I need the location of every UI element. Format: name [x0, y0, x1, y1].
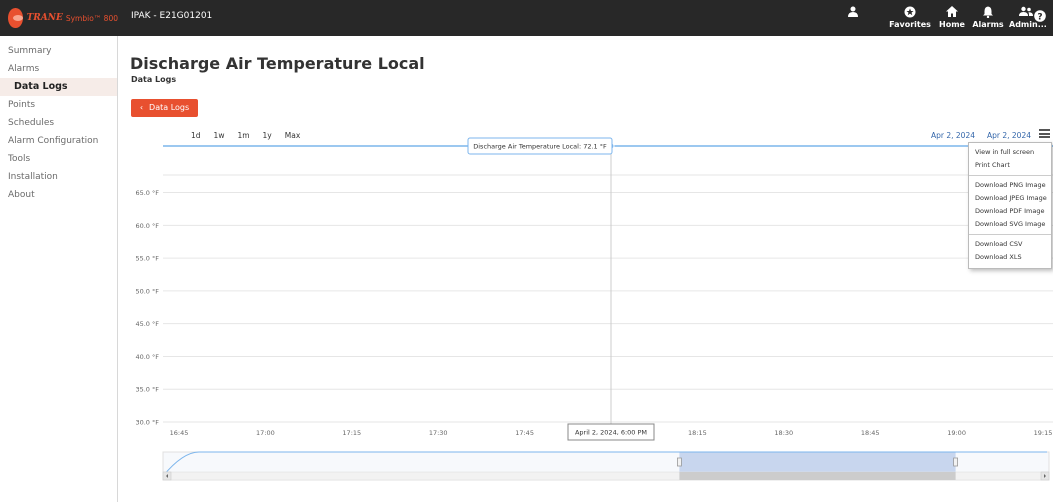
x-tick-label: 16:45: [170, 429, 189, 437]
y-tick-label: 30.0 °F: [135, 419, 159, 427]
chart: 65.0 °F 60.0 °F 55.0 °F 50.0 °F 45.0 °F 40.0 …: [135, 137, 1053, 481]
x-tick-label: 17:30: [429, 429, 448, 437]
alarms-button[interactable]: Alarms: [970, 6, 1006, 32]
sidebar-item-schedules[interactable]: Schedules: [0, 114, 117, 132]
sidebar-item-alarms[interactable]: Alarms: [0, 60, 117, 78]
star-circle-icon: [885, 6, 935, 20]
x-tick-label: 17:45: [515, 429, 534, 437]
user-icon: [842, 6, 864, 20]
y-tick-label: 50.0 °F: [135, 287, 159, 295]
main-content: Discharge Air Temperature Local Data Log…: [119, 36, 1053, 502]
y-tick-label: 45.0 °F: [135, 320, 159, 328]
sidebar-item-data-logs[interactable]: Data Logs: [0, 78, 117, 96]
y-tick-label: 35.0 °F: [135, 386, 159, 394]
sidebar-item-points[interactable]: Points: [0, 96, 117, 114]
favorites-label: Favorites: [889, 20, 931, 29]
x-tick-label: 17:15: [342, 429, 361, 437]
alarms-label: Alarms: [972, 20, 1004, 29]
menu-divider: [969, 175, 1051, 176]
sidebar-item-summary[interactable]: Summary: [0, 42, 117, 60]
help-icon: ?: [1031, 10, 1049, 24]
crosshair-label: April 2, 2024, 6:00 PM: [575, 429, 647, 437]
svg-text:?: ?: [1037, 12, 1042, 22]
sidebar: Summary Alarms Data Logs Points Schedule…: [0, 36, 118, 502]
x-tick-label: 18:30: [774, 429, 793, 437]
x-tick-label: 18:15: [688, 429, 707, 437]
y-tick-label: 40.0 °F: [135, 353, 159, 361]
x-tick-label: 18:45: [861, 429, 880, 437]
trane-logo-icon: [8, 8, 23, 28]
site-name: IPAK - E21G01201: [131, 11, 213, 21]
export-item-jpeg[interactable]: Download JPEG Image: [969, 192, 1051, 205]
sidebar-item-tools[interactable]: Tools: [0, 150, 117, 168]
export-menu: View in full screen Print Chart Download…: [968, 142, 1052, 269]
brand-name: TRANE: [26, 13, 63, 23]
navigator-handle-right: [953, 457, 958, 467]
favorites-button[interactable]: Favorites: [885, 6, 935, 32]
navigator-handle-left: [677, 457, 682, 467]
export-item-print[interactable]: Print Chart: [969, 159, 1051, 172]
export-item-full-screen[interactable]: View in full screen: [969, 146, 1051, 159]
brand[interactable]: TRANE Symbio™ 800: [0, 0, 118, 36]
export-item-svg[interactable]: Download SVG Image: [969, 218, 1051, 231]
scrollbar-thumb: [679, 472, 956, 480]
home-label: Home: [939, 20, 965, 29]
export-item-pdf[interactable]: Download PDF Image: [969, 205, 1051, 218]
x-tick-label: 19:00: [947, 429, 966, 437]
sidebar-item-installation[interactable]: Installation: [0, 168, 117, 186]
y-tick-label: 65.0 °F: [135, 189, 159, 197]
top-bar: TRANE Symbio™ 800 IPAK - E21G01201 Favor…: [0, 0, 1053, 36]
bell-icon: [970, 6, 1006, 20]
user-button[interactable]: [842, 6, 864, 32]
export-item-xls[interactable]: Download XLS: [969, 251, 1051, 264]
sidebar-item-about[interactable]: About: [0, 186, 117, 204]
tooltip-text: Discharge Air Temperature Local: 72.1 °F: [473, 143, 607, 151]
sidebar-item-alarm-configuration[interactable]: Alarm Configuration: [0, 132, 117, 150]
x-tick-label: 17:00: [256, 429, 275, 437]
home-icon: [936, 6, 968, 20]
y-tick-label: 55.0 °F: [135, 255, 159, 263]
x-tick-label: 19:15: [1034, 429, 1053, 437]
home-button[interactable]: Home: [936, 6, 968, 32]
export-item-png[interactable]: Download PNG Image: [969, 179, 1051, 192]
product-name: Symbio™ 800: [65, 13, 118, 23]
menu-divider: [969, 234, 1051, 235]
export-item-csv[interactable]: Download CSV: [969, 238, 1051, 251]
y-tick-label: 60.0 °F: [135, 222, 159, 230]
help-button[interactable]: ?: [1031, 10, 1049, 36]
